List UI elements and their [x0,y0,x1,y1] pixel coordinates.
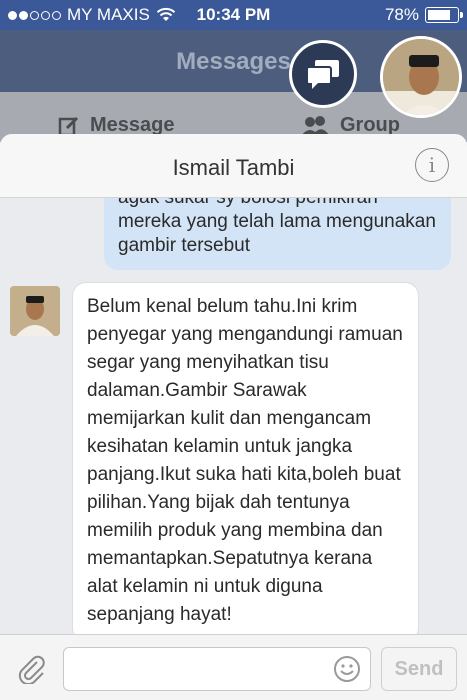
chat-head-avatar[interactable] [380,36,462,118]
battery-level [428,10,450,20]
info-button[interactable]: i [415,148,449,182]
status-bar: MY MAXIS 10:34 PM 78% [0,0,467,30]
message-list[interactable]: agak sukar sy bolosi pemikiran mereka ya… [0,198,467,634]
battery-percent: 78% [384,5,419,24]
chat-heads-button[interactable] [289,40,357,108]
outgoing-message: agak sukar sy bolosi pemikiran mereka ya… [104,198,451,270]
chat-header: Ismail Tambi i [0,134,467,198]
chat-panel: Ismail Tambi i agak sukar sy bolosi pemi… [0,134,467,700]
contact-name[interactable]: Ismail Tambi [0,155,467,181]
send-button[interactable]: Send [381,647,457,691]
smiley-icon[interactable] [333,655,361,683]
sender-avatar[interactable] [10,286,60,336]
battery-group: 78% [384,5,463,25]
paperclip-icon [18,655,45,684]
info-icon: i [428,153,436,177]
composer-bar: Send [0,634,467,700]
incoming-message: Belum kenal belum tahu.Ini krim penyegar… [72,282,419,634]
sender-photo [10,286,60,336]
chat-bubbles-icon [306,60,339,89]
battery-icon [425,7,463,23]
attach-button[interactable] [14,651,50,687]
message-input[interactable] [63,647,371,691]
